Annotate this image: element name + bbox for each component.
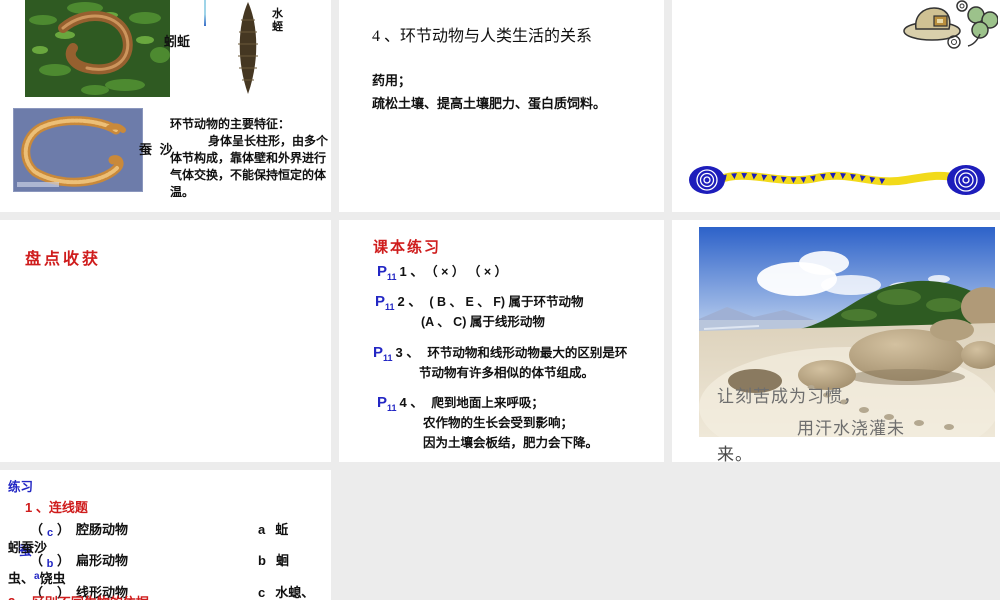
page-ref: P bbox=[375, 293, 386, 310]
spiral-left-icon bbox=[689, 166, 725, 194]
leech-label: 水蛭 bbox=[272, 8, 283, 33]
slide5-title: 课本练习 bbox=[373, 239, 442, 256]
pointer-line-icon bbox=[204, 0, 206, 26]
match-right-3: c 水螅、 bbox=[258, 585, 315, 600]
slide-thumbnail-2: 4 、环节动物与人类生活的关系 药用； 疏松土壤、提高土壤肥力、蛋白质饲料。 bbox=[339, 0, 664, 212]
slide2-title: 4 、环节动物与人类生活的关系 bbox=[372, 28, 593, 45]
exercise-item-2: P11 2 、( B 、 E 、 F) 属于环节动物 (A 、 C) 属于线形动物 bbox=[375, 293, 584, 329]
earthworm-label: 蚓蚯 bbox=[164, 34, 191, 49]
question2-title-clipped: 2 、区别不同生物的依据 bbox=[8, 592, 149, 600]
svg-text:▼▼▼▼▼▼▼▼▼▼▼▼▼▼▼▼▼: ▼▼▼▼▼▼▼▼▼▼▼▼▼▼▼▼▼ bbox=[719, 171, 888, 188]
annelid-feature-text: 环节动物的主要特征： 身体呈长柱形，由多个体节构成，靠体壁和外界进行气体交换，不… bbox=[170, 116, 332, 201]
slide2-body-line2: 疏松土壤、提高土壤肥力、蛋白质饲料。 bbox=[372, 96, 607, 111]
exercise-item-3: P11 3 、环节动物和线形动物最大的区别是环 节动物有许多相似的体节组成。 bbox=[373, 344, 628, 380]
sandworm-photo-image bbox=[13, 108, 143, 192]
match-left-2: （b）扁形动物 bbox=[30, 553, 129, 570]
motto-line-3: 来。 bbox=[717, 445, 753, 464]
slide-thumbnail-4: 盘点收获 代表动物 其他动物 主要特征 与人类关系 线形动物 环节动物 bbox=[0, 220, 331, 600]
slide4-title: 盘点收获 bbox=[25, 251, 102, 268]
feature-body: 身体呈长柱形，由多个体节构成，靠体壁和外界进行气体交换，不能保持恒定的体温。 bbox=[170, 134, 329, 199]
slide-thumbnail-3: 你知道了吗 1 、你知道蚯蚓对人类和自然界的作用吗？ 2 、你知道为什么蚯蚓要在… bbox=[672, 0, 1000, 212]
slide7-heading: 练习 bbox=[8, 480, 34, 494]
match-right-1: a蚯 bbox=[258, 522, 289, 537]
page-ref: P bbox=[373, 344, 384, 361]
leech-photo-image bbox=[238, 2, 258, 94]
feature-heading: 环节动物的主要特征： bbox=[170, 117, 291, 131]
hat-clover-clipart-icon bbox=[903, 0, 998, 49]
motto-line-2: 用汗水浇灌未 bbox=[797, 419, 905, 438]
exercise-item-4: P11 4 、爬到地面上来呼吸； 农作物的生长会受到影响； 因为土壤会板结，肥力会… bbox=[377, 394, 599, 450]
exercise-item-1: P11 1 、（ × ） （ × ） bbox=[377, 263, 508, 282]
wave-triangles: ▼▼▼▼▼▼▼▼▼▼▼▼▼▼▼▼▼ bbox=[719, 171, 888, 188]
match-left-1: （c）腔肠动物 bbox=[30, 522, 129, 539]
slide-thumbnail-7: 练习 1 、连线题 （c）腔肠动物 a蚯 蚓蚕蚕沙 （b）扁形动物 b蛔 虫、a… bbox=[0, 470, 331, 600]
wave-divider-decoration: ▼▼▼▼▼▼▼▼▼▼▼▼▼▼▼▼▼ bbox=[689, 165, 985, 195]
slide2-body-line1: 药用； bbox=[372, 73, 412, 88]
motto-line-1: 让刻苦成为习惯， bbox=[717, 387, 861, 406]
match-right-2: b蛔 bbox=[258, 553, 289, 568]
slide-sorter-page: 蚓蚯 水蛭 蚕 沙 环节动物的主要特征： 身体呈长柱形，由多个体节构成，靠体壁和… bbox=[0, 0, 1000, 600]
spiral-right-icon bbox=[947, 165, 985, 195]
slide-thumbnail-1: 蚓蚯 水蛭 蚕 沙 环节动物的主要特征： 身体呈长柱形，由多个体节构成，靠体壁和… bbox=[0, 0, 331, 212]
page-ref: P bbox=[377, 263, 388, 280]
page-ref: P bbox=[377, 394, 388, 411]
matching-question-title: 1 、连线题 bbox=[25, 500, 88, 515]
earthworm-photo-image bbox=[25, 0, 170, 97]
slide-thumbnail-6: 让刻苦成为习惯， 用汗水浇灌未 来。 bbox=[672, 220, 1000, 464]
slide-thumbnail-5: 课本练习 P11 1 、（ × ） （ × ） P11 2 、( B 、 E 、 F… bbox=[339, 220, 664, 462]
